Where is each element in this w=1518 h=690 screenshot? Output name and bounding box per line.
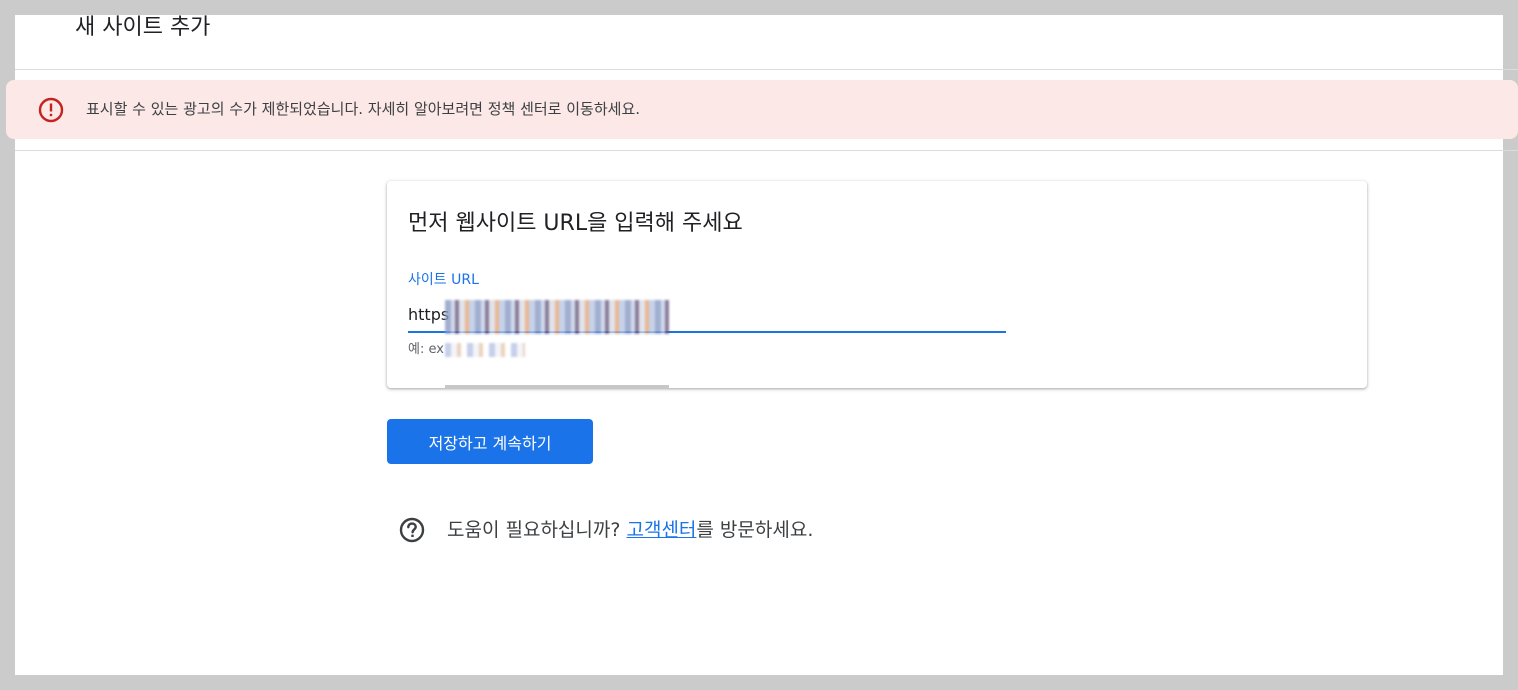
site-url-label: 사이트 URL [408, 272, 479, 288]
help-text-suffix: 를 방문하세요. [696, 519, 814, 541]
url-redacted-region [445, 300, 669, 334]
header-divider [15, 69, 1518, 70]
redaction-bar [445, 385, 669, 389]
customer-center-link[interactable]: 고객센터 [626, 519, 696, 541]
alert-message: 표시할 수 있는 광고의 수가 제한되었습니다. 자세히 알아보려면 정책 센터… [86, 100, 641, 118]
page-title: 새 사이트 추가 [75, 15, 211, 40]
help-text-prefix: 도움이 필요하십니까? [447, 519, 627, 541]
card-title: 먼저 웹사이트 URL을 입력해 주세요 [408, 211, 743, 236]
alert-circle-icon [38, 97, 64, 123]
main-window: 새 사이트 추가 표시할 수 있는 광고의 수가 제한되었습니다. 자세히 알아… [6, 15, 1518, 675]
alert-banner: 표시할 수 있는 광고의 수가 제한되었습니다. 자세히 알아보려면 정책 센터… [6, 80, 1518, 139]
helper-redacted-region [445, 343, 525, 357]
help-text: 도움이 필요하십니까? 고객센터를 방문하세요. [447, 517, 813, 543]
help-circle-icon [399, 517, 425, 543]
alert-divider [15, 150, 1518, 151]
save-continue-button[interactable]: 저장하고 계속하기 [387, 419, 593, 464]
helper-text: 예: ex [408, 342, 444, 357]
site-url-card: 먼저 웹사이트 URL을 입력해 주세요 사이트 URL 예: ex [387, 181, 1367, 389]
